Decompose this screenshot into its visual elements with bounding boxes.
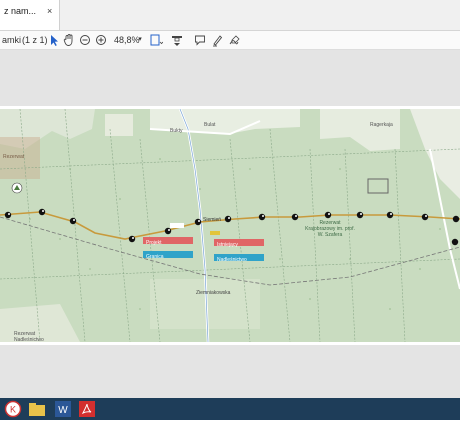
reserve-icon bbox=[11, 182, 23, 194]
map-view[interactable]: Bukty Bulat Ragerkaja Siemień Ziemniakow… bbox=[0, 108, 460, 343]
zoom-dropdown-chevron-icon[interactable]: ▾ bbox=[136, 33, 144, 47]
map-label-town: Ragerkaja bbox=[370, 122, 393, 128]
page-info: (1 z 1) bbox=[22, 35, 48, 45]
legend-label: Istniejący bbox=[217, 242, 238, 248]
comment-icon[interactable] bbox=[194, 33, 206, 47]
tab-close-button[interactable]: × bbox=[47, 6, 52, 16]
tab-bar: z nam... × bbox=[0, 0, 460, 31]
scroll-icon[interactable] bbox=[170, 33, 184, 47]
legend-label: Projekt bbox=[146, 240, 162, 246]
taskbar: K W bbox=[0, 398, 460, 420]
zoom-in-icon[interactable] bbox=[95, 33, 107, 47]
svg-text:K: K bbox=[10, 405, 16, 415]
word-icon[interactable]: W bbox=[54, 400, 72, 418]
viewer-background-top bbox=[0, 50, 460, 106]
explorer-icon[interactable] bbox=[28, 400, 46, 418]
cursor-icon[interactable] bbox=[48, 33, 60, 47]
zoom-level[interactable]: 48,8% bbox=[114, 33, 140, 47]
legend-label: Nadleśnictwo bbox=[217, 257, 247, 263]
svg-text:W: W bbox=[58, 405, 68, 416]
map-label-road: Bulat bbox=[204, 122, 216, 128]
fit-page-icon[interactable] bbox=[149, 33, 163, 47]
zoom-out-icon[interactable] bbox=[79, 33, 91, 47]
map-label-reserve: Rezerwat Krajobrazowy im. prof. W. Szafe… bbox=[305, 220, 355, 238]
legend-label: Granica bbox=[146, 254, 164, 260]
map-label-area: Rezerwat Nadleśnictwo bbox=[14, 331, 44, 343]
acrobat-icon[interactable] bbox=[78, 400, 96, 418]
tab-title: z nam... bbox=[4, 6, 37, 16]
map-canvas bbox=[0, 108, 460, 343]
hand-icon[interactable] bbox=[63, 33, 75, 47]
pdf-toolbar: amki (1 z 1) 48,8% ▾ bbox=[0, 31, 460, 50]
sign-icon[interactable] bbox=[228, 33, 242, 47]
pdf-page[interactable]: Bukty Bulat Ragerkaja Siemień Ziemniakow… bbox=[0, 106, 460, 345]
app-icon[interactable]: K bbox=[4, 400, 22, 418]
map-label-area: Rezerwat bbox=[3, 154, 25, 160]
highlight-icon[interactable] bbox=[211, 33, 223, 47]
document-tab[interactable]: z nam... × bbox=[0, 0, 60, 30]
map-label-road: Bukty bbox=[170, 128, 183, 134]
viewer-background-bottom bbox=[0, 345, 460, 398]
map-label-road: Siemień bbox=[203, 217, 222, 223]
map-label-road: Ziemniakowska bbox=[196, 290, 231, 296]
toolbar-left-label: amki bbox=[2, 35, 22, 45]
